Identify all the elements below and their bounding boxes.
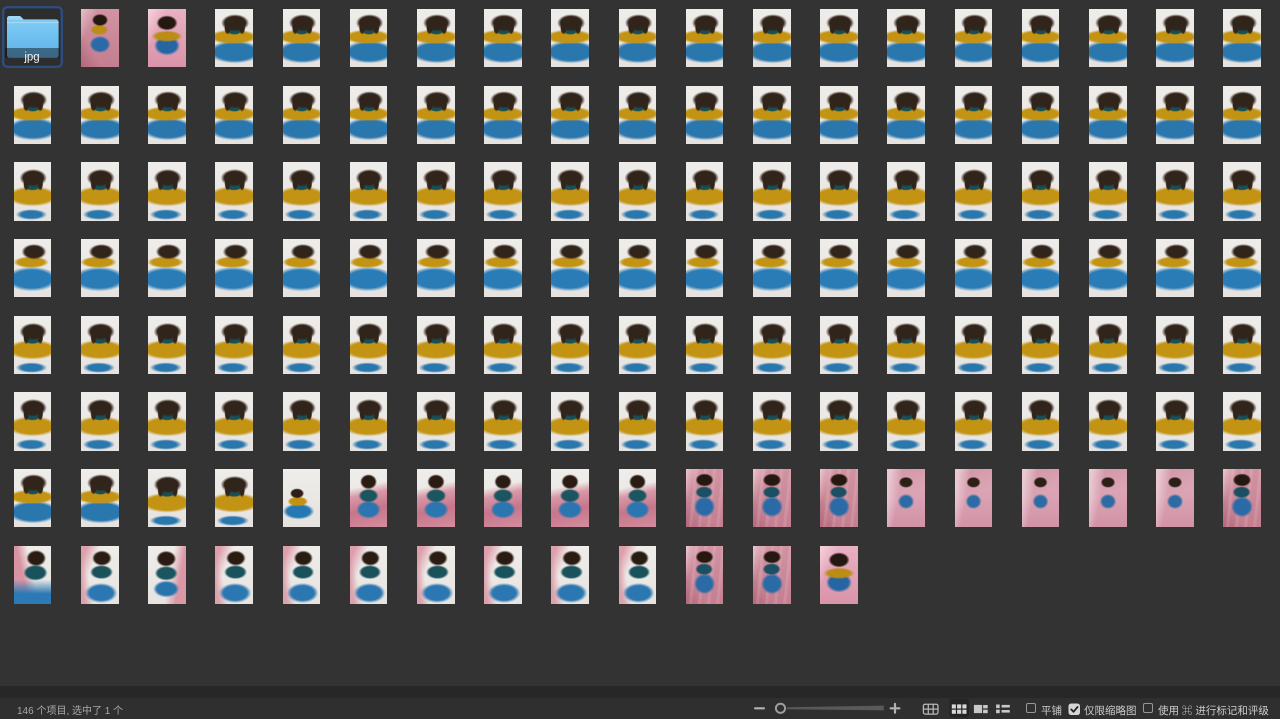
svg-text:jpg: jpg [23,52,39,64]
